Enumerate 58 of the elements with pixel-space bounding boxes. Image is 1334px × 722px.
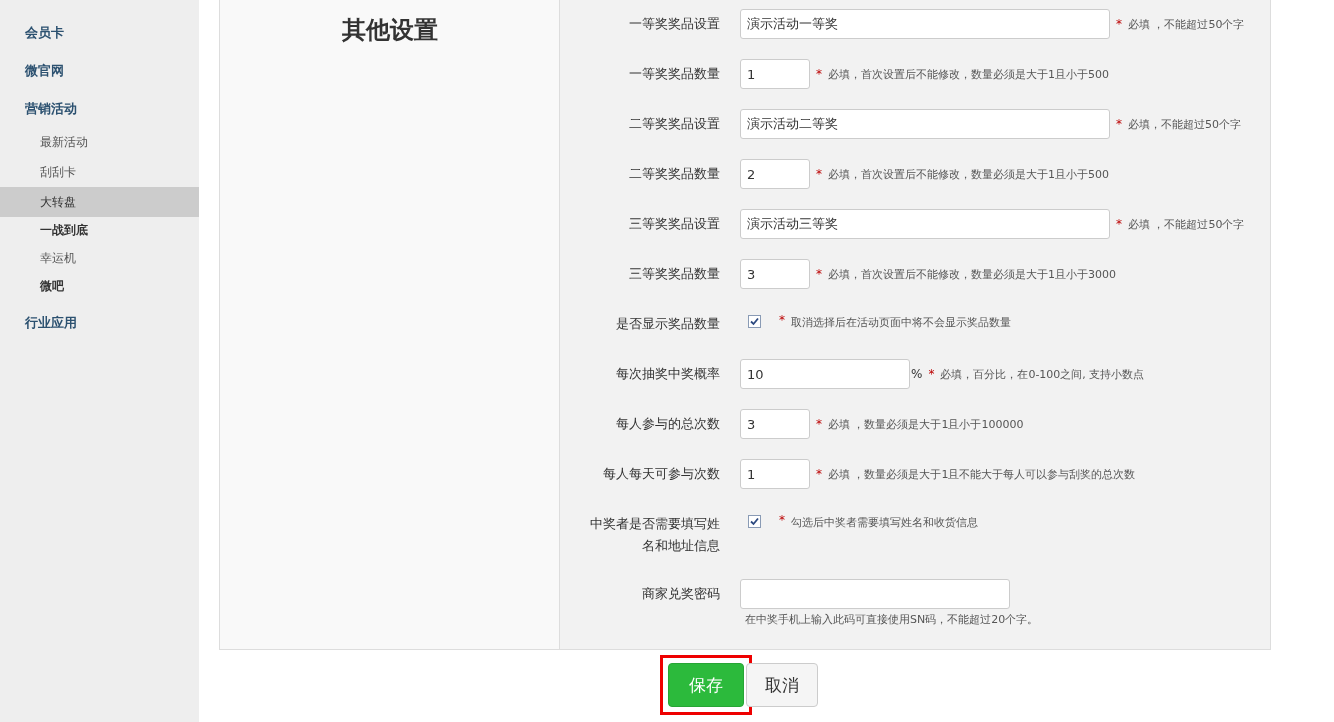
required-asterisk: * bbox=[816, 467, 822, 481]
field-label: 每次抽奖中奖概率 bbox=[615, 365, 720, 383]
required-asterisk: * bbox=[1116, 117, 1122, 131]
sidebar-item[interactable]: 会员卡 bbox=[0, 21, 199, 59]
sidebar-subitem[interactable]: 幸运机 bbox=[0, 243, 199, 273]
section-title: 其他设置 bbox=[341, 15, 438, 46]
field-label: 一等奖奖品数量 bbox=[628, 65, 720, 83]
field-label: 三等奖奖品设置 bbox=[628, 215, 720, 233]
field-label: 二等奖奖品设置 bbox=[628, 115, 720, 133]
required-asterisk: * bbox=[1116, 217, 1122, 231]
required-asterisk: * bbox=[779, 513, 785, 527]
required-asterisk: * bbox=[816, 167, 822, 181]
sidebar-subitem[interactable]: 一战到底 bbox=[0, 217, 199, 243]
sidebar-subitem[interactable]: 大转盘 bbox=[0, 187, 199, 217]
field-hint: 必填 ，不能超过50个字 bbox=[1128, 216, 1245, 232]
text-input[interactable]: 3 bbox=[740, 409, 810, 439]
field-hint: 在中奖手机上输入此码可直接使用SN码，不能超过20个字。 bbox=[745, 612, 1039, 627]
field-label: 三等奖奖品数量 bbox=[628, 265, 720, 283]
checkbox[interactable] bbox=[748, 315, 761, 328]
field-hint: 勾选后中奖者需要填写姓名和收货信息 bbox=[791, 515, 978, 531]
text-input[interactable]: 演示活动二等奖 bbox=[740, 109, 1110, 139]
text-input[interactable] bbox=[740, 579, 1010, 609]
field-label: 每人参与的总次数 bbox=[615, 415, 720, 433]
sidebar-item[interactable]: 微官网 bbox=[0, 59, 199, 97]
field-hint: 取消选择后在活动页面中将不会显示奖品数量 bbox=[791, 315, 1011, 331]
checkbox[interactable] bbox=[748, 515, 761, 528]
field-hint: 必填，首次设置后不能修改，数量必须是大于1且小于500 bbox=[828, 66, 1109, 82]
cancel-button[interactable]: 取消 bbox=[746, 663, 818, 707]
required-asterisk: * bbox=[816, 67, 822, 81]
unit-label: % bbox=[911, 367, 923, 381]
field-label: 每人每天可参与次数 bbox=[602, 465, 720, 483]
field-label: 二等奖奖品数量 bbox=[628, 165, 720, 183]
text-input[interactable]: 3 bbox=[740, 259, 810, 289]
field-hint: 必填 ，数量必须是大于1且不能大于每人可以参与刮奖的总次数 bbox=[828, 466, 1136, 482]
field-label: 中奖者是否需要填写姓名和地址信息 bbox=[589, 515, 720, 555]
field-label: 是否显示奖品数量 bbox=[615, 315, 720, 333]
field-hint: 必填，首次设置后不能修改，数量必须是大于1且小于500 bbox=[828, 166, 1109, 182]
field-hint: 必填，首次设置后不能修改，数量必须是大于1且小于3000 bbox=[828, 266, 1116, 282]
required-asterisk: * bbox=[816, 267, 822, 281]
field-label: 商家兑奖密码 bbox=[641, 585, 720, 603]
required-asterisk: * bbox=[779, 313, 785, 327]
text-input[interactable]: 10 bbox=[740, 359, 910, 389]
sidebar-item[interactable]: 行业应用 bbox=[0, 311, 199, 349]
field-hint: 必填 ，不能超过50个字 bbox=[1128, 16, 1245, 32]
text-input[interactable]: 演示活动三等奖 bbox=[740, 209, 1110, 239]
text-input[interactable]: 1 bbox=[740, 459, 810, 489]
field-hint: 必填，不能超过50个字 bbox=[1128, 116, 1241, 132]
field-label: 一等奖奖品设置 bbox=[628, 15, 720, 33]
text-input[interactable]: 2 bbox=[740, 159, 810, 189]
required-asterisk: * bbox=[1116, 17, 1122, 31]
field-hint: 必填 ，数量必须是大于1且小于100000 bbox=[828, 416, 1024, 432]
text-input[interactable]: 演示活动一等奖 bbox=[740, 9, 1110, 39]
required-asterisk: * bbox=[928, 367, 935, 381]
sidebar-subitem[interactable]: 微吧 bbox=[0, 273, 199, 299]
text-input[interactable]: 1 bbox=[740, 59, 810, 89]
field-hint: 必填，百分比，在0-100之间, 支持小数点 bbox=[940, 366, 1145, 382]
required-asterisk: * bbox=[816, 417, 822, 431]
sidebar-subitem[interactable]: 刮刮卡 bbox=[0, 157, 199, 187]
